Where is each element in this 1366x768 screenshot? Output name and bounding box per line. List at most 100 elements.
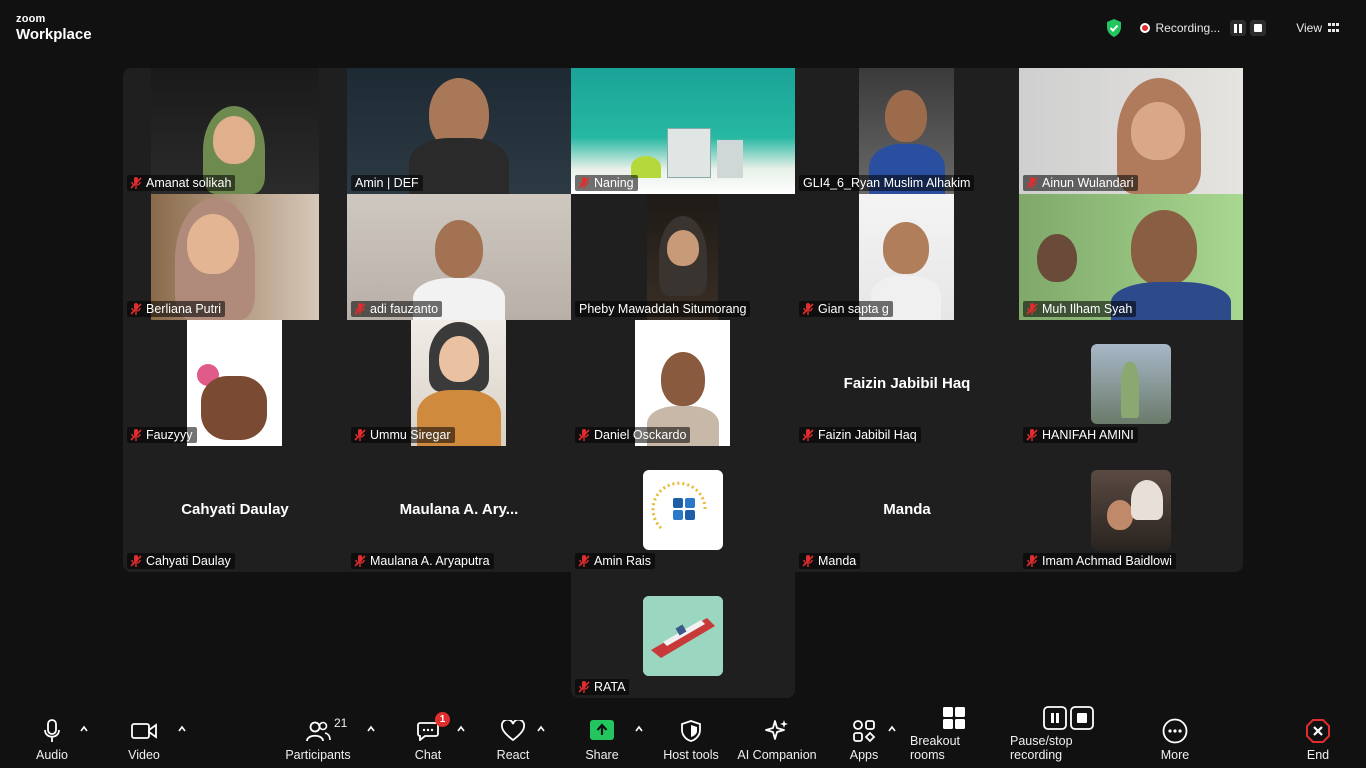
share-options-chevron-up-icon[interactable] [634, 724, 644, 734]
participant-tile[interactable]: Faizin Jabibil Haq Faizin Jabibil Haq [795, 320, 1019, 446]
pause-stop-recording-icon [1043, 706, 1094, 730]
stop-recording-button[interactable] [1250, 20, 1267, 36]
apps-button[interactable]: Apps [846, 710, 882, 768]
audio-options-chevron-up-icon[interactable] [79, 724, 89, 734]
participant-name: Cahyati Daulay [146, 554, 231, 568]
more-ellipsis-icon [1162, 718, 1188, 744]
participants-options-chevron-up-icon[interactable] [366, 724, 376, 734]
muted-mic-icon [354, 555, 366, 567]
participant-name: Fauzyyy [146, 428, 193, 442]
participant-tile-active-speaker[interactable]: Amin | DEF [347, 68, 571, 194]
video-feed [187, 320, 282, 446]
participants-button[interactable]: 21 Participants [285, 710, 351, 768]
participant-tile[interactable]: Fauzyyy [123, 320, 347, 446]
participant-tile[interactable]: adi fauzanto [347, 194, 571, 320]
participant-name-tag: RATA [575, 679, 630, 695]
share-screen-button[interactable]: Share [584, 710, 620, 768]
participant-tile[interactable]: GLI4_6_Ryan Muslim Alhakim [795, 68, 1019, 194]
profile-avatar [1091, 470, 1171, 550]
pause-stop-recording-button[interactable]: Pause/stop recording [1010, 706, 1128, 768]
participant-tile[interactable]: Ummu Siregar [347, 320, 571, 446]
muted-mic-icon [130, 177, 142, 189]
participant-tile[interactable]: Daniel Osckardo [571, 320, 795, 446]
participant-tile[interactable]: Amanat solikah [123, 68, 347, 194]
more-button[interactable]: More [1156, 710, 1194, 768]
sparkle-icon [765, 720, 788, 740]
host-tools-button[interactable]: Host tools [662, 710, 720, 768]
participant-name: Imam Achmad Baidlowi [1042, 554, 1172, 568]
participant-name: Muh Ilham Syah [1042, 302, 1133, 316]
video-label: Video [128, 748, 160, 762]
muted-mic-icon [130, 429, 142, 441]
participant-name-tag: Daniel Osckardo [575, 427, 691, 443]
participant-name-tag: Ainun Wulandari [1023, 175, 1138, 191]
participant-name: Faizin Jabibil Haq [818, 428, 917, 442]
participant-tile[interactable]: Naning [571, 68, 795, 194]
participant-tile[interactable]: Muh Ilham Syah [1019, 194, 1243, 320]
participant-name: Maulana A. Aryaputra [370, 554, 490, 568]
muted-mic-icon [354, 429, 366, 441]
apps-icon [853, 720, 876, 743]
recording-dot-icon [1139, 23, 1150, 33]
muted-mic-icon [802, 555, 814, 567]
participant-tile[interactable]: HANIFAH AMINI [1019, 320, 1243, 446]
participant-tile[interactable]: Ainun Wulandari [1019, 68, 1243, 194]
sun-logo-icon [651, 481, 707, 530]
ship-illustration-icon [643, 596, 723, 676]
participant-name-tag: Amin Rais [575, 553, 655, 569]
end-meeting-button[interactable]: End [1300, 710, 1336, 768]
muted-mic-icon [1026, 555, 1038, 567]
profile-avatar [643, 470, 723, 550]
muted-mic-icon [578, 681, 590, 693]
participant-tile[interactable]: Berliana Putri [123, 194, 347, 320]
participant-name: Gian sapta g [818, 302, 889, 316]
recording-status[interactable]: Recording... [1156, 21, 1221, 35]
participant-tile[interactable]: Imam Achmad Baidlowi [1019, 446, 1243, 572]
video-options-chevron-up-icon[interactable] [177, 724, 187, 734]
participant-tile[interactable]: Manda Manda [795, 446, 1019, 572]
video-camera-icon [131, 723, 157, 739]
participant-name-tag: Maulana A. Aryaputra [351, 553, 494, 569]
audio-button[interactable]: Audio [34, 710, 70, 768]
participant-name: Naning [594, 176, 634, 190]
participant-tile[interactable]: Maulana A. Ary... Maulana A. Aryaputra [347, 446, 571, 572]
participant-tile[interactable]: Cahyati Daulay Cahyati Daulay [123, 446, 347, 572]
muted-mic-icon [354, 303, 366, 315]
participant-name-tag: Cahyati Daulay [127, 553, 235, 569]
participant-name-tag: Berliana Putri [127, 301, 226, 317]
muted-mic-icon [578, 555, 590, 567]
participant-tile[interactable]: RATA [571, 572, 795, 698]
zoom-workplace-logo: zoom Workplace [16, 14, 92, 43]
participants-count: 21 [334, 716, 348, 730]
muted-mic-icon [802, 303, 814, 315]
react-options-chevron-up-icon[interactable] [536, 724, 546, 734]
apps-options-chevron-up-icon[interactable] [887, 724, 897, 734]
participants-label: Participants [285, 748, 351, 762]
encryption-shield-icon[interactable] [1106, 19, 1122, 37]
grid-view-icon[interactable] [1328, 23, 1340, 33]
chat-options-chevron-up-icon[interactable] [456, 724, 466, 734]
react-label: React [496, 748, 530, 762]
react-button[interactable]: React [494, 710, 532, 768]
muted-mic-icon [1026, 177, 1038, 189]
heart-icon [501, 720, 525, 742]
participant-tile[interactable]: Gian sapta g [795, 194, 1019, 320]
top-bar: zoom Workplace Recording... View [0, 0, 1366, 54]
view-button[interactable]: View [1296, 21, 1322, 35]
ai-companion-button[interactable]: AI Companion [736, 710, 818, 768]
pause-recording-button[interactable] [1230, 20, 1247, 36]
participant-name: Pheby Mawaddah Situmorang [579, 302, 747, 316]
ai-companion-label: AI Companion [737, 748, 817, 762]
participant-tile[interactable]: Pheby Mawaddah Situmorang [571, 194, 795, 320]
participant-tile[interactable]: Amin Rais [571, 446, 795, 572]
chat-unread-badge: 1 [435, 712, 450, 727]
breakout-rooms-button[interactable]: Breakout rooms [910, 707, 998, 768]
profile-avatar [1091, 344, 1171, 424]
share-upload-icon [590, 720, 614, 740]
chat-button[interactable]: 1 Chat [412, 710, 450, 768]
participant-name-tag: Imam Achmad Baidlowi [1023, 553, 1176, 569]
breakout-rooms-label: Breakout rooms [910, 734, 961, 762]
participant-name-tag: HANIFAH AMINI [1023, 427, 1138, 443]
profile-avatar [643, 596, 723, 676]
video-button[interactable]: Video [126, 710, 162, 768]
